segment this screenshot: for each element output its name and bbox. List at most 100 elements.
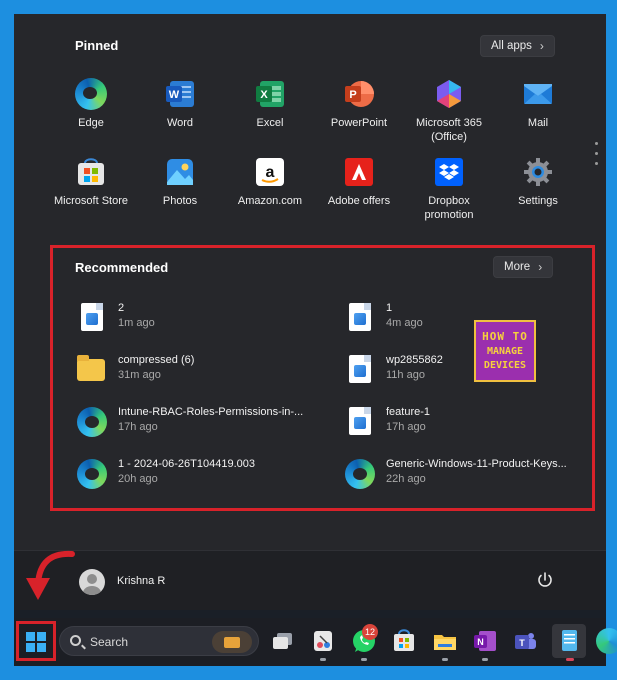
microsoft-store-icon[interactable]	[391, 628, 417, 654]
pinned-app-microsoft-365[interactable]: Microsoft 365 (Office)	[404, 78, 494, 144]
powerpoint-icon: P	[343, 78, 375, 110]
mail-icon	[522, 78, 554, 110]
pinned-app-mail[interactable]: Mail	[493, 78, 583, 130]
excel-icon: X	[254, 78, 286, 110]
recommended-item[interactable]: 1 - 2024-06-26T104419.003 20h ago	[77, 456, 327, 492]
edge-icon[interactable]	[596, 628, 617, 654]
recommended-item[interactable]: wp2855862 11h ago	[345, 352, 595, 388]
photos-icon	[164, 156, 196, 188]
settings-gear-icon	[522, 156, 554, 188]
pinned-app-excel[interactable]: X Excel	[225, 78, 315, 130]
edge-document-icon	[77, 407, 107, 437]
pinned-app-photos[interactable]: Photos	[135, 156, 225, 208]
recommended-item[interactable]: Generic-Windows-11-Product-Keys... 22h a…	[345, 456, 595, 492]
pinned-app-dropbox[interactable]: Dropbox promotion	[404, 156, 494, 222]
task-view-icon[interactable]	[270, 628, 296, 654]
pinned-app-microsoft-store[interactable]: Microsoft Store	[46, 156, 136, 208]
more-button[interactable]: More ›	[493, 256, 554, 278]
pinned-app-label: Photos	[162, 195, 198, 207]
pinned-app-label: Adobe offers	[327, 195, 391, 207]
running-indicator	[320, 658, 326, 661]
svg-text:P: P	[349, 89, 356, 101]
pinned-app-label: Microsoft Store	[54, 195, 128, 207]
chevron-right-icon: ›	[539, 39, 544, 53]
recommended-item[interactable]: Intune-RBAC-Roles-Permissions-in-... 17h…	[77, 404, 327, 440]
logo-line-2: MANAGE	[486, 346, 524, 357]
pinned-app-word[interactable]: W Word	[135, 78, 225, 130]
microsoft-store-icon	[75, 156, 107, 188]
pinned-app-label: Excel	[256, 117, 284, 129]
power-icon[interactable]	[536, 571, 554, 589]
word-icon: W	[164, 78, 196, 110]
chevron-right-icon: ›	[538, 260, 543, 274]
adobe-icon	[343, 156, 375, 188]
how-to-manage-devices-logo: HOW TO MANAGE DEVICES	[474, 320, 536, 382]
pinned-app-amazon[interactable]: a Amazon.com	[225, 156, 315, 208]
running-indicator	[361, 658, 367, 661]
briefcase-icon[interactable]	[212, 631, 252, 653]
recommended-item[interactable]: compressed (6) 31m ago	[77, 352, 327, 388]
pinned-title: Pinned	[75, 38, 119, 53]
pinned-app-label: PowerPoint	[330, 117, 388, 129]
recommended-item[interactable]: feature-1 17h ago	[345, 404, 595, 440]
pinned-app-label: Word	[166, 117, 194, 129]
red-arrow-icon	[26, 550, 75, 600]
user-name[interactable]: Krishna R	[117, 575, 165, 587]
item-time: 1m ago	[118, 317, 155, 329]
item-time: 4m ago	[386, 317, 423, 329]
dropbox-icon	[433, 156, 465, 188]
pinned-app-settings[interactable]: Settings	[493, 156, 583, 208]
pinned-app-label: Amazon.com	[237, 195, 303, 207]
logo-line-3: DEVICES	[483, 360, 527, 371]
active-indicator	[566, 658, 574, 661]
notification-badge: 12	[362, 624, 378, 640]
notepad-icon[interactable]	[552, 624, 586, 658]
item-time: 17h ago	[386, 421, 426, 433]
snipping-tool-icon[interactable]	[310, 628, 336, 654]
all-apps-button[interactable]: All apps ›	[480, 35, 555, 57]
item-name: 1 - 2024-06-26T104419.003	[118, 458, 255, 470]
image-file-icon	[345, 355, 375, 385]
search-box[interactable]: Search	[59, 626, 259, 656]
pinned-app-edge[interactable]: Edge	[46, 78, 136, 130]
search-icon	[70, 635, 81, 646]
item-name: 1	[386, 302, 393, 314]
item-name: compressed (6)	[118, 354, 195, 366]
item-name: Intune-RBAC-Roles-Permissions-in-...	[118, 406, 304, 418]
start-button[interactable]	[16, 621, 56, 661]
file-explorer-icon[interactable]	[432, 628, 458, 654]
pinned-app-powerpoint[interactable]: P PowerPoint	[314, 78, 404, 130]
windows-logo-icon	[26, 632, 46, 652]
svg-text:T: T	[519, 638, 525, 648]
onenote-icon[interactable]: N	[472, 628, 498, 654]
recommended-item[interactable]: 1 4m ago	[345, 300, 595, 336]
item-time: 22h ago	[386, 473, 426, 485]
item-time: 20h ago	[118, 473, 158, 485]
svg-text:W: W	[169, 89, 180, 101]
pinned-app-label: Settings	[518, 195, 558, 207]
recommended-item[interactable]: 2 1m ago	[77, 300, 327, 336]
item-time: 31m ago	[118, 369, 161, 381]
image-file-icon	[345, 303, 375, 333]
page-indicator-dots[interactable]	[594, 142, 600, 172]
pinned-app-label: Dropbox promotion	[424, 195, 474, 221]
running-indicator	[482, 658, 488, 661]
pinned-app-adobe[interactable]: Adobe offers	[314, 156, 404, 208]
teams-icon[interactable]: T	[512, 628, 538, 654]
pinned-app-label: Edge	[78, 117, 104, 129]
item-name: 2	[118, 302, 125, 314]
item-name: wp2855862	[386, 354, 443, 366]
pinned-app-label: Mail	[527, 117, 549, 129]
zip-folder-icon	[77, 355, 107, 385]
item-time: 11h ago	[386, 369, 425, 381]
item-time: 17h ago	[118, 421, 158, 433]
running-indicator	[442, 658, 448, 661]
user-bar: Krishna R	[14, 550, 606, 610]
svg-text:N: N	[477, 637, 484, 647]
pinned-app-label: Microsoft 365 (Office)	[415, 117, 483, 143]
logo-line-1: HOW TO	[482, 330, 528, 343]
taskbar: Search 12 N T	[14, 618, 617, 666]
item-name: feature-1	[386, 406, 431, 418]
amazon-icon: a	[254, 156, 286, 188]
item-name: Generic-Windows-11-Product-Keys...	[386, 458, 567, 470]
